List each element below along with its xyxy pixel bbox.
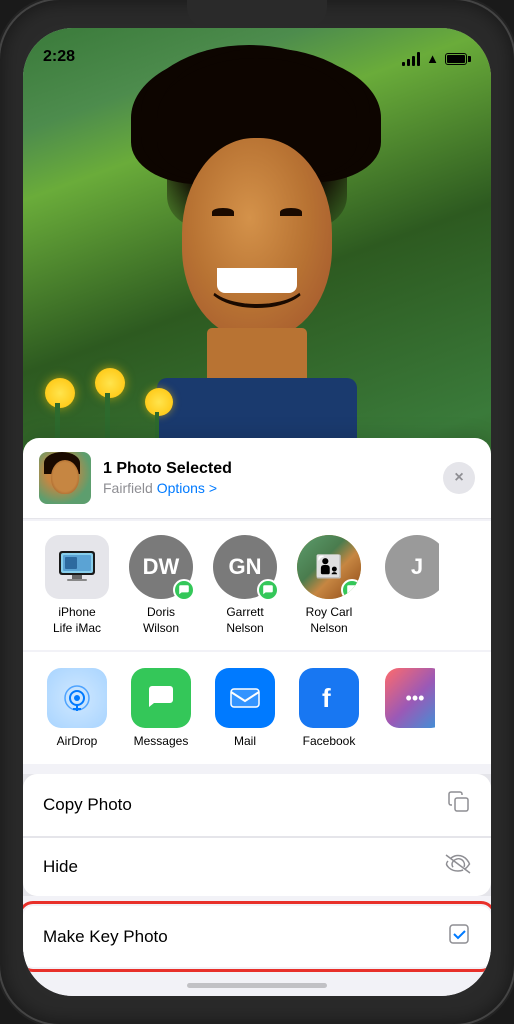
imac-name: iPhoneLife iMac <box>53 605 101 636</box>
photo-selected-title: 1 Photo Selected <box>103 460 431 478</box>
options-link[interactable]: Options > <box>157 480 217 496</box>
garrett-avatar: GN <box>213 535 277 599</box>
svg-text:f: f <box>322 683 331 713</box>
copy-svg <box>447 790 471 814</box>
messages-svg <box>144 681 178 715</box>
status-icons: ▲ <box>402 51 471 66</box>
app-airdrop[interactable]: AirDrop <box>39 668 115 748</box>
thumb-face <box>51 460 79 494</box>
flower-2 <box>93 368 128 448</box>
contact-partial[interactable]: J <box>375 535 439 599</box>
more-icon: ••• <box>385 668 435 728</box>
signal-bar-2 <box>407 59 410 66</box>
message-icon-3 <box>346 584 358 596</box>
photo-thumbnail <box>39 452 91 504</box>
notch <box>187 0 327 28</box>
roy-name: Roy CarlNelson <box>306 605 353 636</box>
facebook-label: Facebook <box>303 734 356 748</box>
make-key-photo-section: Make Key Photo <box>23 906 491 975</box>
app-more[interactable]: ••• <box>375 668 435 728</box>
copy-photo-button[interactable]: Copy Photo <box>23 774 491 836</box>
airdrop-label: AirDrop <box>57 734 98 748</box>
flowers <box>43 368 178 448</box>
flower-head-2 <box>95 368 125 398</box>
battery-fill <box>447 55 465 63</box>
make-key-photo-button[interactable]: Make Key Photo <box>23 906 491 967</box>
copy-photo-label: Copy Photo <box>43 795 132 815</box>
share-sheet: 1 Photo Selected Fairfield Options > × <box>23 438 491 996</box>
app-messages[interactable]: Messages <box>123 668 199 748</box>
signal-bars-icon <box>402 52 420 66</box>
doris-avatar: DW <box>129 535 193 599</box>
status-time: 2:28 <box>43 48 75 66</box>
app-mail[interactable]: Mail <box>207 668 283 748</box>
screen: 2:28 ▲ <box>23 28 491 996</box>
contact-imac[interactable]: iPhoneLife iMac <box>39 535 115 636</box>
message-icon-2 <box>262 584 274 596</box>
facebook-svg: f <box>312 681 346 715</box>
contact-doris[interactable]: DW DorisWilson <box>123 535 199 636</box>
doris-initials: DW <box>143 554 180 580</box>
checkbox-svg <box>447 922 471 946</box>
flower-head-3 <box>145 388 173 416</box>
garrett-message-badge <box>257 579 279 601</box>
garrett-name: GarrettNelson <box>226 605 263 636</box>
share-info: 1 Photo Selected Fairfield Options > <box>103 460 431 496</box>
close-button[interactable]: × <box>443 462 475 494</box>
share-header: 1 Photo Selected Fairfield Options > × <box>23 438 491 519</box>
roy-message-badge <box>341 579 361 599</box>
airdrop-icon <box>47 668 107 728</box>
contact-roy[interactable]: 👨‍👦 Roy CarlNelson <box>291 535 367 636</box>
copy-icon <box>447 790 471 820</box>
location-text: Fairfield <box>103 480 153 496</box>
doris-name: DorisWilson <box>143 605 179 636</box>
battery-icon <box>445 53 471 65</box>
right-eye <box>280 208 302 216</box>
mail-label: Mail <box>234 734 256 748</box>
app-facebook[interactable]: f Facebook <box>291 668 367 748</box>
roy-avatar: 👨‍👦 <box>297 535 361 599</box>
flower-head-1 <box>45 378 75 408</box>
messages-label: Messages <box>134 734 189 748</box>
partial-initials: J <box>411 554 423 580</box>
key-photo-checkbox-icon <box>447 922 471 951</box>
message-icon <box>178 584 190 596</box>
hide-button[interactable]: Hide <box>23 837 491 896</box>
contact-garrett[interactable]: GN GarrettNelson <box>207 535 283 636</box>
signal-bar-1 <box>402 62 405 66</box>
hide-label: Hide <box>43 857 78 877</box>
battery-body <box>445 53 467 65</box>
hide-icon <box>445 854 471 880</box>
status-bar: 2:28 ▲ <box>23 28 491 72</box>
roy-photo-icon: 👨‍👦 <box>315 554 342 580</box>
doris-message-badge <box>173 579 195 601</box>
signal-bar-4 <box>417 52 420 66</box>
mail-icon <box>215 668 275 728</box>
imac-avatar <box>45 535 109 599</box>
phone-frame: 2:28 ▲ <box>0 0 514 1024</box>
more-dots: ••• <box>406 688 425 709</box>
photo-location: Fairfield Options > <box>103 480 431 496</box>
face <box>182 138 332 338</box>
partial-avatar: J <box>385 535 439 599</box>
messages-icon <box>131 668 191 728</box>
contacts-row: iPhoneLife iMac DW DorisWilson GN <box>23 521 491 650</box>
action-buttons: Copy Photo Hide <box>23 774 491 896</box>
wifi-icon: ▲ <box>426 51 439 66</box>
home-indicator <box>187 983 327 988</box>
garrett-initials: GN <box>229 554 262 580</box>
imac-svg <box>57 549 97 585</box>
left-eye <box>212 208 234 216</box>
teeth <box>217 268 297 293</box>
facebook-icon: f <box>299 668 359 728</box>
make-key-photo-label: Make Key Photo <box>43 927 168 947</box>
signal-bar-3 <box>412 56 415 66</box>
mail-svg <box>228 681 262 715</box>
airdrop-svg <box>60 681 94 715</box>
apps-row: AirDrop Messages <box>23 652 491 764</box>
battery-tip <box>468 56 471 62</box>
eye-slash-svg <box>445 854 471 874</box>
